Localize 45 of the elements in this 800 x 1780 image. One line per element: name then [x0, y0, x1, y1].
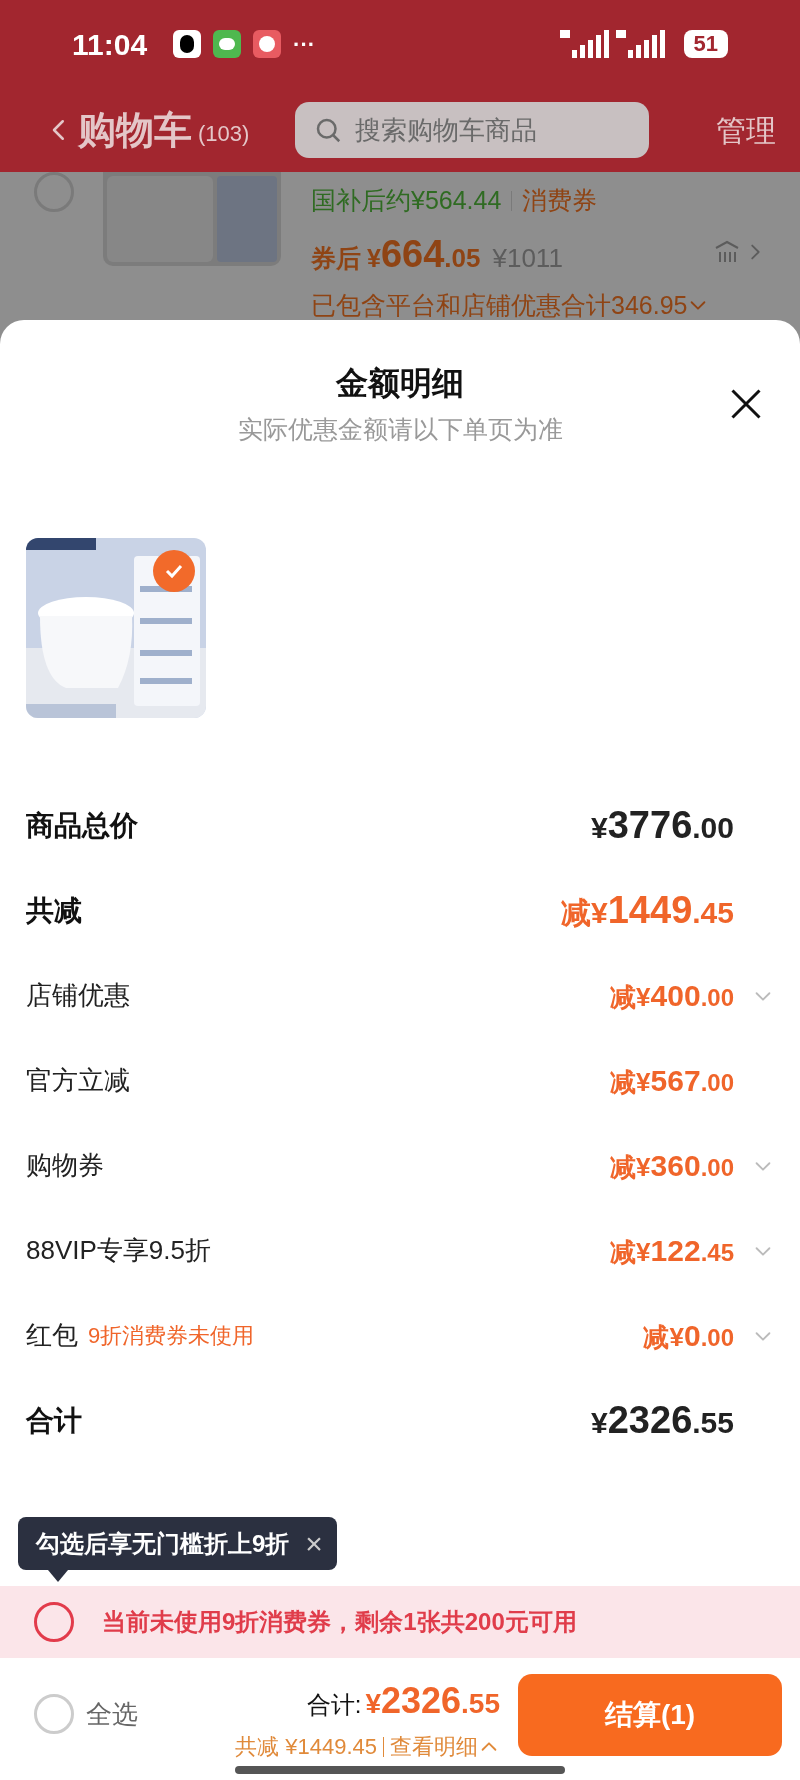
row-label: 红包: [26, 1319, 78, 1352]
bank-icon: [714, 240, 740, 264]
amount: 减¥0.00: [643, 1318, 734, 1354]
checkout-button[interactable]: 结算(1): [518, 1674, 782, 1756]
row-label: 店铺优惠: [26, 979, 130, 1012]
discount-note: 已包含平台和店铺优惠合计346.95: [311, 289, 688, 321]
coupon-checkbox[interactable]: [34, 1602, 74, 1642]
amount: 减¥567.00: [610, 1063, 734, 1099]
row-label: 官方立减: [26, 1064, 130, 1097]
cart-count: (103): [198, 119, 250, 148]
status-time: 11:04: [72, 26, 148, 63]
chat-app-icon: [213, 30, 242, 58]
battery-level: 51: [683, 30, 728, 58]
coupon-message: 当前未使用9折消费券，剩余1张共200元可用: [102, 1607, 577, 1637]
amount: 减¥122.45: [610, 1233, 734, 1269]
total-amount: ¥2326.55: [365, 1679, 500, 1723]
select-all-checkbox[interactable]: [34, 1694, 74, 1734]
row-label: 购物券: [26, 1149, 104, 1182]
amount: 减¥1449.45: [561, 888, 734, 933]
select-all-label[interactable]: 全选: [86, 1694, 138, 1734]
row-label: 合计: [26, 1403, 82, 1438]
sheet-title: 金额明细: [336, 364, 464, 402]
search-field[interactable]: 搜索购物车商品: [295, 102, 650, 158]
subsidy-price: 国补后约¥564.44: [311, 185, 502, 216]
page-title: 购物车: [78, 107, 192, 153]
saving-total: 共减 ¥1449.45: [235, 1733, 377, 1761]
more-notifications: ···: [293, 30, 316, 59]
amount: 减¥400.00: [610, 978, 734, 1014]
coupon-tag: 消费券: [522, 182, 598, 220]
row-label: 共减: [26, 893, 82, 928]
amount: ¥3776.00: [591, 803, 734, 848]
item-checkbox[interactable]: [34, 172, 74, 212]
row-label: 88VIP专享9.5折: [26, 1234, 211, 1267]
price-label: 券后: [311, 242, 361, 274]
view-details-link[interactable]: 查看明细: [390, 1730, 500, 1763]
tooltip-close-button[interactable]: ×: [305, 1528, 323, 1559]
sheet-subtitle: 实际优惠金额请以下单页为准: [237, 414, 563, 444]
total-label: 合计:: [306, 1690, 362, 1720]
coupon-price: ¥664.05: [367, 231, 481, 277]
manage-button[interactable]: 管理: [716, 107, 776, 153]
amount: 减¥360.00: [610, 1148, 734, 1184]
row-label: 商品总价: [26, 808, 138, 843]
amount: ¥2326.55: [591, 1398, 734, 1443]
tooltip-text: 勾选后享无门槛折上9折: [36, 1528, 290, 1559]
row-note: 9折消费券未使用: [88, 1322, 255, 1350]
